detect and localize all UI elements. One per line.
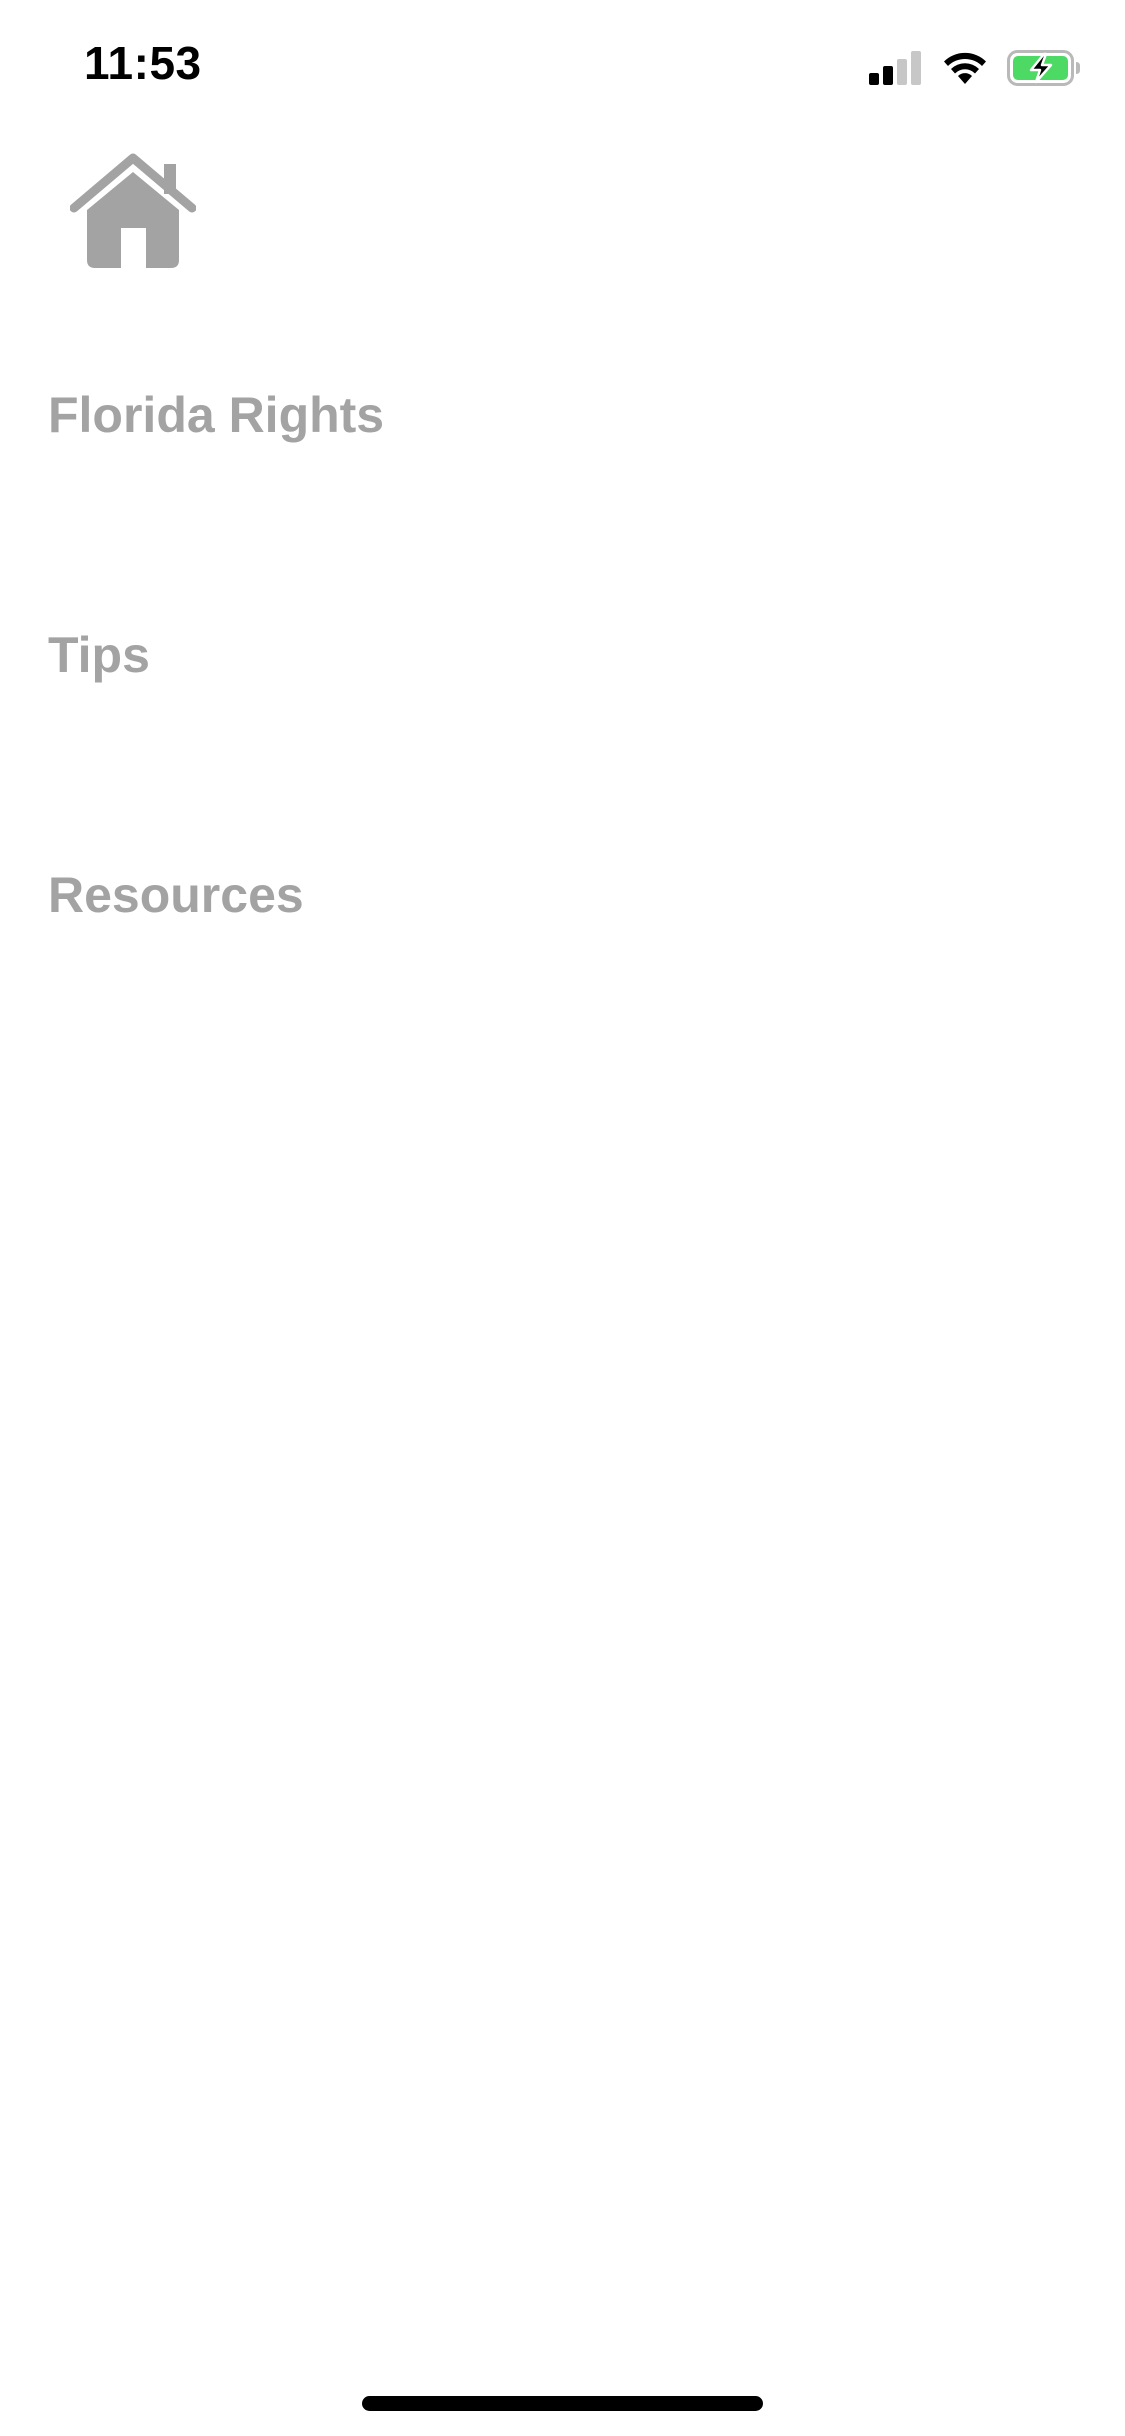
menu-item-florida-rights[interactable]: Florida Rights — [48, 376, 1048, 616]
status-time: 11:53 — [84, 37, 202, 89]
status-bar: 11:53 — [0, 0, 1125, 135]
app-screen: 11:53 Florida Rights Tips Resources — [0, 0, 1125, 2436]
home-indicator[interactable] — [362, 2396, 763, 2411]
menu-list: Florida Rights Tips Resources — [48, 376, 1048, 1096]
menu-item-label: Tips — [48, 627, 150, 683]
menu-item-label: Florida Rights — [48, 387, 385, 443]
menu-item-resources[interactable]: Resources — [48, 856, 1048, 1096]
wifi-icon — [941, 50, 989, 86]
status-icons — [869, 48, 1081, 88]
menu-item-label: Resources — [48, 867, 304, 923]
cellular-signal-icon — [869, 51, 923, 85]
battery-charging-icon — [1007, 50, 1081, 86]
home-button[interactable] — [70, 152, 196, 270]
menu-item-tips[interactable]: Tips — [48, 616, 1048, 856]
home-icon — [70, 153, 196, 268]
